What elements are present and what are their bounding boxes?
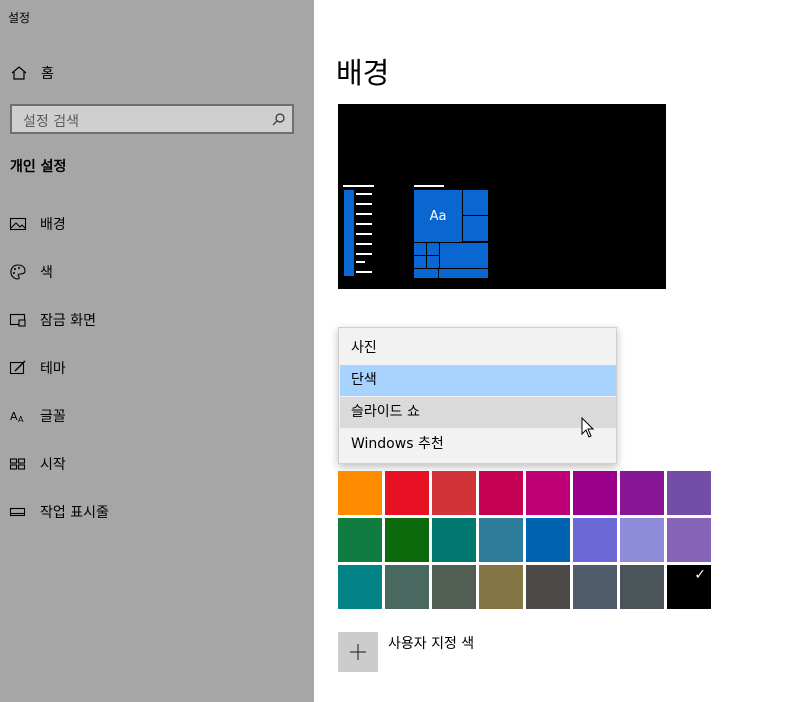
- sidebar-item-color[interactable]: 색: [9, 261, 53, 283]
- sidebar-item-label: 배경: [40, 217, 66, 233]
- color-swatch[interactable]: [338, 471, 382, 515]
- color-swatch[interactable]: [338, 518, 382, 562]
- add-custom-color-button[interactable]: [338, 632, 378, 672]
- preview-tile: [462, 215, 489, 242]
- preview-menu-line: [356, 253, 372, 255]
- preview-tile: [462, 189, 489, 216]
- sidebar-item-label: 테마: [40, 361, 66, 377]
- dropdown-option-picture[interactable]: 사진: [340, 333, 616, 364]
- color-swatch[interactable]: [385, 471, 429, 515]
- dropdown-option-slideshow[interactable]: 슬라이드 쇼: [340, 397, 616, 428]
- preview-tile: [439, 242, 489, 269]
- color-swatch[interactable]: [432, 565, 476, 609]
- preview-tile: [413, 268, 439, 279]
- preview-menu-strip: [344, 190, 354, 276]
- checkmark-icon: ✓: [694, 567, 706, 583]
- svg-text:A: A: [18, 415, 24, 424]
- home-label: 홈: [41, 66, 54, 82]
- color-swatch-grid: ✓: [338, 471, 711, 609]
- section-title: 개인 설정: [10, 159, 67, 175]
- sidebar-item-lock-screen[interactable]: 잠금 화면: [9, 309, 96, 331]
- home-icon: [11, 66, 27, 80]
- background-type-dropdown[interactable]: 사진 단색 슬라이드 쇼 Windows 추천: [338, 327, 617, 464]
- palette-icon: [10, 264, 26, 280]
- start-icon: [9, 458, 26, 470]
- font-icon: A A: [10, 410, 24, 424]
- dropdown-option-windows-spotlight[interactable]: Windows 추천: [340, 429, 616, 460]
- color-swatch[interactable]: [667, 471, 711, 515]
- sidebar-item-fonts[interactable]: A A 글꼴: [9, 405, 66, 427]
- preview-menu-line: [343, 185, 374, 187]
- preview-tile: [413, 255, 427, 269]
- sidebar-item-label: 색: [40, 265, 53, 281]
- search-input[interactable]: 설정 검색: [10, 104, 294, 134]
- color-swatch[interactable]: [526, 471, 570, 515]
- color-swatch[interactable]: [667, 518, 711, 562]
- color-swatch[interactable]: [526, 565, 570, 609]
- color-swatch[interactable]: [432, 518, 476, 562]
- picture-icon: [9, 217, 27, 231]
- lock-screen-icon: [9, 313, 26, 327]
- preview-menu-line: [356, 203, 372, 205]
- preview-tile-text: Aa: [429, 208, 447, 224]
- color-swatch[interactable]: [526, 518, 570, 562]
- preview-menu-line: [356, 271, 372, 273]
- theme-icon: [9, 360, 26, 375]
- color-swatch[interactable]: [573, 471, 617, 515]
- color-swatch[interactable]: [338, 565, 382, 609]
- sidebar-item-background[interactable]: 배경: [9, 213, 66, 235]
- color-swatch[interactable]: [573, 565, 617, 609]
- color-swatch[interactable]: [385, 518, 429, 562]
- custom-color-label: 사용자 지정 색: [388, 636, 475, 652]
- plus-icon: [350, 644, 366, 660]
- page-title: 배경: [336, 56, 390, 90]
- preview-tile: [426, 242, 440, 256]
- sidebar-item-label: 잠금 화면: [40, 313, 96, 329]
- preview-menu-line: [356, 243, 372, 245]
- sidebar-item-label: 시작: [40, 457, 66, 473]
- app-title: 설정: [8, 11, 31, 25]
- sidebar-item-label: 작업 표시줄: [40, 505, 109, 521]
- color-swatch[interactable]: [620, 471, 664, 515]
- preview-tile: [413, 242, 427, 256]
- sidebar-item-start[interactable]: 시작: [9, 453, 66, 475]
- preview-menu-line: [356, 233, 372, 235]
- color-swatch[interactable]: [385, 565, 429, 609]
- color-swatch[interactable]: [620, 518, 664, 562]
- sidebar: 설정 홈 설정 검색 개인 설정 배경 색 잠금 화면 테마 A A 글꼴 시작…: [0, 0, 314, 702]
- preview-menu-line: [356, 193, 372, 195]
- sidebar-item-theme[interactable]: 테마: [9, 357, 66, 379]
- search-placeholder: 설정 검색: [23, 114, 79, 130]
- background-preview: Aa: [338, 104, 666, 289]
- preview-tile: [426, 255, 440, 269]
- color-swatch[interactable]: [432, 471, 476, 515]
- preview-menu-line: [356, 213, 372, 215]
- home-nav[interactable]: 홈: [10, 62, 54, 84]
- color-swatch[interactable]: [573, 518, 617, 562]
- taskbar-icon: [9, 507, 26, 517]
- preview-menu-line: [356, 223, 372, 225]
- preview-tile: [438, 268, 489, 279]
- color-swatch[interactable]: [620, 565, 664, 609]
- sidebar-item-label: 글꼴: [40, 409, 66, 425]
- search-icon[interactable]: [271, 112, 286, 127]
- color-swatch[interactable]: [479, 565, 523, 609]
- color-swatch[interactable]: [479, 471, 523, 515]
- sidebar-item-taskbar[interactable]: 작업 표시줄: [9, 501, 109, 523]
- preview-tiles-line: [414, 185, 444, 187]
- preview-menu-line: [356, 261, 365, 263]
- color-swatch[interactable]: [479, 518, 523, 562]
- dropdown-option-solid-color[interactable]: 단색: [340, 365, 616, 396]
- mouse-cursor-icon: [581, 417, 595, 438]
- color-swatch[interactable]: ✓: [667, 565, 711, 609]
- svg-text:A: A: [10, 410, 18, 423]
